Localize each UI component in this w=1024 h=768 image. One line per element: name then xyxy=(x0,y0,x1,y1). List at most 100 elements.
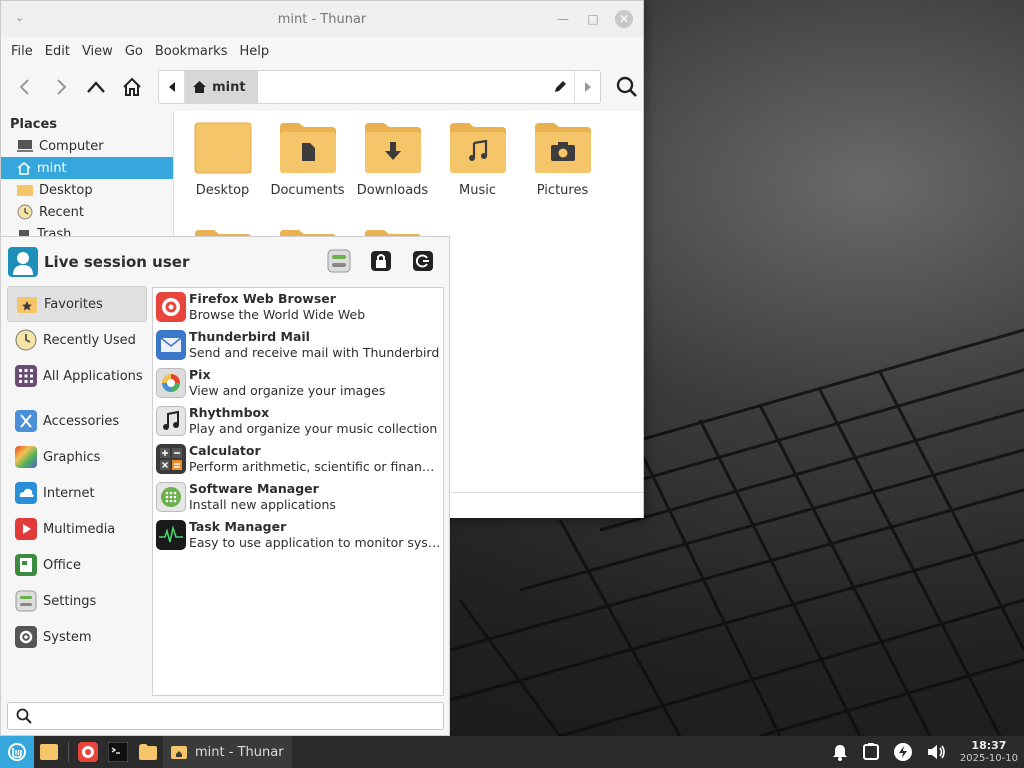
app-calculator[interactable]: Calculator Perform arithmetic, scientific… xyxy=(153,440,443,478)
show-desktop-button[interactable] xyxy=(34,736,64,768)
rhythmbox-icon xyxy=(156,406,186,436)
multimedia-icon xyxy=(15,518,37,540)
application-list: Firefox Web Browser Browse the World Wide… xyxy=(152,287,444,696)
menu-go[interactable]: Go xyxy=(119,44,149,59)
maximize-button[interactable]: □ xyxy=(585,11,601,27)
taskbar-window-thunar[interactable]: mint - Thunar xyxy=(163,736,292,768)
menu-search-input[interactable] xyxy=(38,708,443,724)
category-accessories[interactable]: Accessories xyxy=(7,403,147,439)
clock[interactable]: 18:37 2025-10-10 xyxy=(960,739,1018,765)
path-crumb-label: mint xyxy=(212,79,246,95)
clipboard-icon[interactable] xyxy=(862,743,880,761)
settings-manager-button[interactable] xyxy=(327,249,351,273)
category-all-applications[interactable]: All Applications xyxy=(7,358,147,394)
app-thunderbird[interactable]: Thunderbird Mail Send and receive mail wi… xyxy=(153,326,443,364)
location-bar[interactable]: mint xyxy=(158,70,602,104)
sidebar-item-label: Recent xyxy=(39,204,84,220)
up-button[interactable] xyxy=(81,71,113,103)
user-avatar-icon xyxy=(8,247,38,277)
volume-icon[interactable] xyxy=(926,743,946,761)
window-menu-chevron-icon[interactable]: ⌄ xyxy=(15,11,24,24)
app-task-manager[interactable]: Task Manager Easy to use application to m… xyxy=(153,516,443,554)
power-manager-icon[interactable] xyxy=(893,743,912,761)
user-name: Live session user xyxy=(44,253,190,271)
back-button[interactable] xyxy=(9,71,41,103)
file-item-desktop[interactable]: Desktop xyxy=(180,121,265,198)
category-label: Multimedia xyxy=(43,521,116,537)
close-button[interactable]: ✕ xyxy=(615,10,633,28)
power-icon xyxy=(413,251,433,271)
menu-edit[interactable]: Edit xyxy=(39,44,76,59)
sidebar-item-desktop[interactable]: Desktop xyxy=(1,179,173,201)
sidebar-item-mint[interactable]: mint xyxy=(1,157,173,179)
category-internet[interactable]: Internet xyxy=(7,475,147,511)
sidebar-item-label: Computer xyxy=(39,138,104,154)
menu-bookmarks[interactable]: Bookmarks xyxy=(149,44,234,59)
home-icon xyxy=(123,77,141,96)
app-name: Firefox Web Browser xyxy=(189,291,336,306)
launcher-file-manager[interactable] xyxy=(133,736,163,768)
settings-icon xyxy=(15,590,37,612)
file-item-documents[interactable]: Documents xyxy=(265,121,350,198)
file-label: Desktop xyxy=(195,183,250,198)
file-item-pictures[interactable]: Pictures xyxy=(520,121,605,198)
sidebar-item-label: mint xyxy=(37,160,67,176)
forward-button[interactable] xyxy=(45,71,77,103)
app-description: Play and organize your music collection xyxy=(189,421,438,436)
home-button[interactable] xyxy=(116,71,148,103)
app-rhythmbox[interactable]: Rhythmbox Play and organize your music co… xyxy=(153,402,443,440)
pix-icon xyxy=(156,368,186,398)
launcher-firefox[interactable] xyxy=(73,736,103,768)
app-name: Software Manager xyxy=(189,481,319,496)
app-firefox[interactable]: Firefox Web Browser Browse the World Wide… xyxy=(153,288,443,326)
category-label: Settings xyxy=(43,593,97,609)
category-label: Internet xyxy=(43,485,95,501)
launcher-terminal[interactable] xyxy=(103,736,133,768)
minimize-button[interactable]: — xyxy=(555,11,571,27)
back-arrow-icon xyxy=(19,79,29,95)
sidebar-item-label: Desktop xyxy=(39,182,93,198)
log-out-button[interactable] xyxy=(411,249,435,273)
desktop-folder-icon xyxy=(40,744,58,760)
desktop-folder-icon xyxy=(17,185,33,196)
file-item-music[interactable]: Music xyxy=(435,121,520,198)
app-name: Calculator xyxy=(189,443,261,458)
thunderbird-icon xyxy=(156,330,186,360)
titlebar[interactable]: ⌄ mint - Thunar — □ ✕ xyxy=(1,1,643,37)
sidebar-item-recent[interactable]: Recent xyxy=(1,201,173,223)
file-item-downloads[interactable]: Downloads xyxy=(350,121,435,198)
lock-screen-button[interactable] xyxy=(369,249,393,273)
category-recently-used[interactable]: Recently Used xyxy=(7,322,147,358)
menu-header: Live session user xyxy=(1,237,449,287)
notifications-bell-icon[interactable] xyxy=(832,743,848,761)
category-separator xyxy=(7,394,147,403)
menu-help[interactable]: Help xyxy=(233,44,275,59)
category-settings[interactable]: Settings xyxy=(7,583,147,619)
menu-search-field[interactable] xyxy=(7,702,444,730)
category-graphics[interactable]: Graphics xyxy=(7,439,147,475)
category-office[interactable]: Office xyxy=(7,547,147,583)
search-button[interactable] xyxy=(611,71,643,103)
path-crumb-mint[interactable]: mint xyxy=(185,71,258,103)
category-system[interactable]: System xyxy=(7,619,147,655)
file-label: Music xyxy=(459,183,496,198)
home-icon xyxy=(17,161,31,175)
category-favorites[interactable]: Favorites xyxy=(7,286,147,322)
terminal-icon xyxy=(108,742,128,762)
category-multimedia[interactable]: Multimedia xyxy=(7,511,147,547)
whisker-menu-button[interactable] xyxy=(0,736,34,768)
music-folder-icon xyxy=(449,123,506,173)
menu-file[interactable]: File xyxy=(5,44,39,59)
triangle-right-icon xyxy=(584,82,591,92)
path-scroll-left-button[interactable] xyxy=(159,71,186,103)
menubar: File Edit View Go Bookmarks Help xyxy=(1,37,643,65)
app-pix[interactable]: Pix View and organize your images xyxy=(153,364,443,402)
sidebar-item-computer[interactable]: Computer xyxy=(1,135,173,157)
recent-icon xyxy=(15,329,37,351)
menu-view[interactable]: View xyxy=(76,44,119,59)
path-scroll-right-button[interactable] xyxy=(574,71,600,103)
edit-location-button[interactable] xyxy=(552,79,568,99)
toolbar: mint xyxy=(1,65,643,109)
app-software-manager[interactable]: Software Manager Install new applications xyxy=(153,478,443,516)
home-icon xyxy=(193,81,207,93)
